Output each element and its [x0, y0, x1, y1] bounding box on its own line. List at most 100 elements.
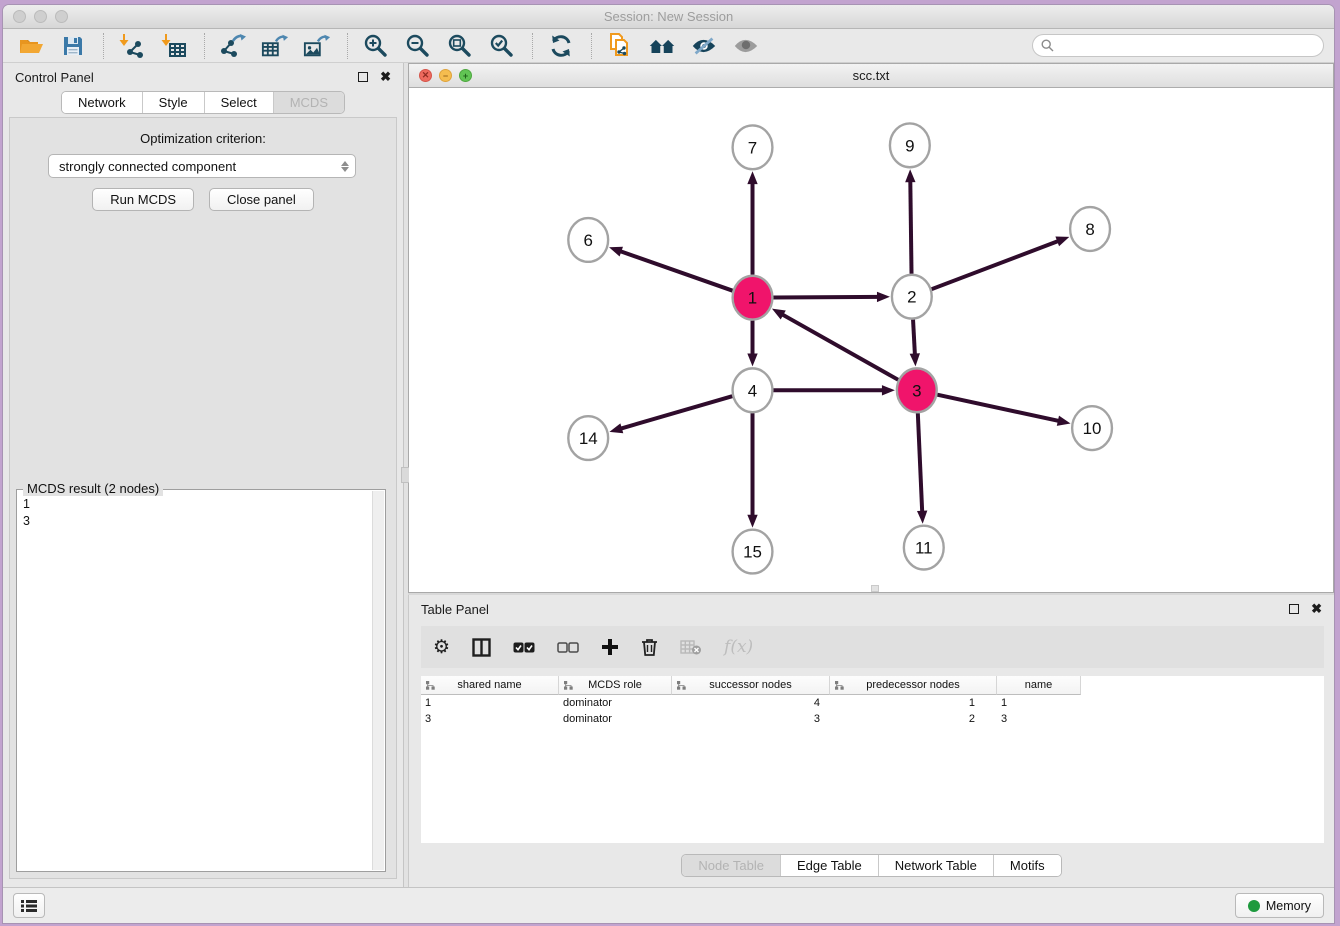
graph-node-14[interactable]: 14: [568, 416, 608, 460]
svg-text:11: 11: [915, 539, 933, 558]
search-input[interactable]: [1059, 39, 1315, 53]
column-header-predecessor-nodes[interactable]: predecessor nodes: [830, 676, 997, 695]
graph-edge-4-15[interactable]: [747, 413, 757, 528]
task-history-button[interactable]: [13, 893, 45, 918]
graph-edge-1-6[interactable]: [609, 247, 733, 291]
column-header-successor-nodes[interactable]: successor nodes: [672, 676, 830, 695]
refresh-view-icon[interactable]: [547, 33, 575, 59]
graph-node-11[interactable]: 11: [904, 526, 944, 570]
hide-selected-icon[interactable]: [690, 33, 718, 59]
tab-style[interactable]: Style: [142, 92, 204, 113]
zoom-in-icon[interactable]: [362, 33, 390, 59]
criterion-dropdown[interactable]: strongly connected component: [48, 154, 356, 178]
delete-column-icon[interactable]: [641, 638, 658, 657]
graph-edge-1-2[interactable]: [773, 292, 889, 302]
search-field[interactable]: [1032, 34, 1324, 57]
clone-network-icon[interactable]: [606, 33, 634, 59]
first-neighbors-icon[interactable]: [648, 33, 676, 59]
graph-node-3[interactable]: 3: [897, 368, 937, 412]
graph-node-10[interactable]: 10: [1072, 406, 1112, 450]
add-column-icon[interactable]: [601, 638, 619, 656]
table-cell: 1: [997, 697, 1081, 709]
graph-node-7[interactable]: 7: [733, 125, 773, 169]
graph-edge-3-10[interactable]: [937, 395, 1070, 426]
table-row[interactable]: 3dominator323: [421, 711, 1324, 727]
svg-text:2: 2: [907, 288, 916, 307]
graph-edge-3-11[interactable]: [917, 413, 927, 524]
float-table-panel-icon[interactable]: [1289, 604, 1299, 614]
svg-text:15: 15: [743, 543, 762, 562]
graph-edge-1-7[interactable]: [747, 171, 757, 275]
graph-node-9[interactable]: 9: [890, 123, 930, 167]
mcds-result-group: MCDS result (2 nodes) 1 3: [16, 489, 386, 872]
column-header-name[interactable]: name: [997, 676, 1081, 695]
canvas-resize-grip[interactable]: [871, 585, 879, 592]
memory-button[interactable]: Memory: [1235, 893, 1324, 918]
show-all-icon[interactable]: [732, 33, 760, 59]
tab-mcds[interactable]: MCDS: [273, 92, 344, 113]
show-columns-icon[interactable]: [472, 638, 491, 657]
zoom-fit-icon[interactable]: [446, 33, 474, 59]
graph-edge-2-8[interactable]: [932, 237, 1070, 290]
close-table-panel-icon[interactable]: ✖: [1311, 604, 1322, 614]
tab-select[interactable]: Select: [204, 92, 273, 113]
memory-status-icon: [1248, 900, 1260, 912]
graph-edge-2-9[interactable]: [905, 169, 915, 274]
graph-node-1[interactable]: 1: [733, 276, 773, 320]
delete-table-icon[interactable]: [680, 639, 702, 655]
mcds-result-text[interactable]: 1 3: [19, 492, 371, 869]
select-all-icon[interactable]: [513, 642, 535, 653]
graph-edge-1-4[interactable]: [747, 321, 757, 367]
tab-edge-table[interactable]: Edge Table: [780, 855, 878, 876]
column-settings-icon[interactable]: ⚙: [433, 638, 450, 657]
close-panel-icon[interactable]: ✖: [380, 72, 391, 82]
import-network-icon[interactable]: [118, 33, 146, 59]
table-toolbar: ⚙: [421, 626, 1324, 668]
panel-splitter[interactable]: [403, 63, 408, 887]
titlebar: Session: New Session: [3, 5, 1334, 29]
tab-node-table[interactable]: Node Table: [682, 855, 780, 876]
tab-motifs[interactable]: Motifs: [993, 855, 1061, 876]
save-session-icon[interactable]: [59, 33, 87, 59]
deselect-all-icon[interactable]: [557, 642, 579, 653]
graph-node-2[interactable]: 2: [892, 275, 932, 319]
svg-text:14: 14: [579, 429, 598, 448]
toolbar-separator: [591, 33, 592, 59]
app-window: Session: New Session: [2, 4, 1335, 924]
network-canvas[interactable]: 7 9 6 8 1 2 4 3 14 10 15 11: [409, 88, 1333, 592]
zoom-out-icon[interactable]: [404, 33, 432, 59]
graph-edge-2-3[interactable]: [910, 320, 920, 367]
svg-text:3: 3: [912, 381, 921, 400]
graph-edge-4-14[interactable]: [609, 396, 732, 433]
function-builder-icon[interactable]: f(x): [724, 637, 753, 657]
table-cell: 3: [672, 713, 830, 725]
control-panel: Control Panel ✖ NetworkStyleSelectMCDS O…: [3, 63, 403, 887]
column-header-MCDS-role[interactable]: MCDS role: [559, 676, 672, 695]
graph-edge-3-1[interactable]: [772, 309, 898, 380]
import-table-icon[interactable]: [160, 33, 188, 59]
zoom-selected-icon[interactable]: [488, 33, 516, 59]
open-file-icon[interactable]: [17, 33, 45, 59]
close-panel-button[interactable]: Close panel: [209, 188, 314, 211]
table-row[interactable]: 1dominator411: [421, 695, 1324, 711]
run-mcds-button[interactable]: Run MCDS: [92, 188, 194, 211]
graph-node-4[interactable]: 4: [733, 368, 773, 412]
graph-node-8[interactable]: 8: [1070, 207, 1110, 251]
tab-network-table[interactable]: Network Table: [878, 855, 993, 876]
export-image-icon[interactable]: [303, 33, 331, 59]
export-network-icon[interactable]: [219, 33, 247, 59]
svg-text:8: 8: [1085, 220, 1094, 239]
export-table-icon[interactable]: [261, 33, 289, 59]
right-column: ✕ − + scc.txt 7968124314101511 Table Pan…: [408, 63, 1334, 887]
column-header-shared-name[interactable]: shared name: [421, 676, 559, 695]
float-panel-icon[interactable]: [358, 72, 368, 82]
tab-network[interactable]: Network: [62, 92, 142, 113]
graph-node-15[interactable]: 15: [733, 530, 773, 574]
result-scrollbar[interactable]: [372, 491, 384, 870]
table-cell: 3: [421, 713, 559, 725]
control-panel-header: Control Panel ✖: [3, 63, 403, 91]
table-cell: 1: [421, 697, 559, 709]
graph-edge-4-3[interactable]: [773, 385, 894, 395]
graph-node-6[interactable]: 6: [568, 218, 608, 262]
network-graph[interactable]: 7 9 6 8 1 2 4 3 14 10 15 11: [409, 88, 1333, 592]
